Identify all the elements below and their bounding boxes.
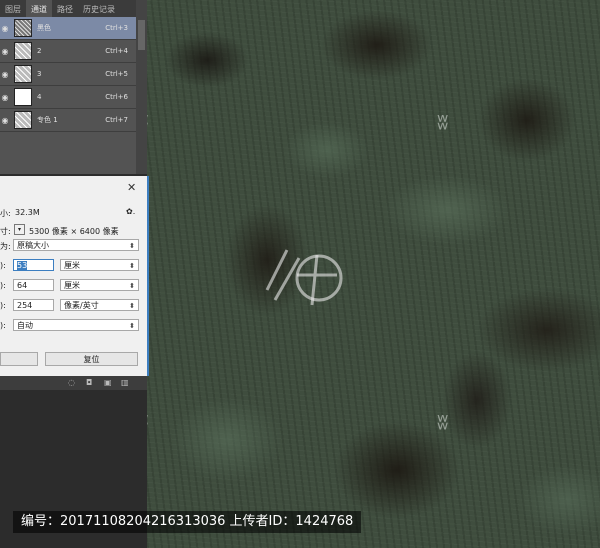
- channel-thumbnail: [14, 111, 32, 129]
- ok-button[interactable]: [0, 352, 38, 366]
- channel-thumbnail: [14, 42, 32, 60]
- resample-value: 自动: [17, 321, 33, 330]
- width-unit: 厘米: [64, 261, 80, 270]
- tab-history[interactable]: 历史记录: [78, 0, 120, 17]
- channel-row[interactable]: ◉ 专色 1 Ctrl+7: [0, 109, 136, 132]
- watermark-icon: ʬ: [437, 110, 449, 135]
- width-input[interactable]: 53: [13, 259, 54, 271]
- eye-icon[interactable]: ◉: [0, 47, 10, 56]
- resolution-unit-select[interactable]: 像素/英寸 ⬍: [60, 299, 139, 311]
- channel-thumbnail: [14, 65, 32, 83]
- selection-icon[interactable]: ◌: [68, 378, 75, 387]
- resolution-value: 254: [17, 301, 33, 310]
- watermark-logo: [265, 249, 343, 306]
- tab-channels[interactable]: 通道: [26, 0, 52, 17]
- dimensions-label: 寸:: [0, 227, 11, 236]
- image-size-dialog: ✕ 小: 32.3M ✿. 寸: ▾ 5300 像素 × 6400 像素 为: …: [0, 176, 149, 376]
- height-value: 64: [17, 281, 28, 290]
- mask-icon[interactable]: ◘: [86, 378, 92, 387]
- panel-bottom-toolbar: ◌ ◘ ▣ ▥: [0, 376, 147, 390]
- new-channel-icon[interactable]: ▣: [104, 378, 112, 387]
- height-label: ):: [0, 281, 6, 290]
- eye-icon[interactable]: ◉: [0, 70, 10, 79]
- texture-canvas: ʬ ʬ ʬ ʬ: [137, 0, 600, 548]
- watermark-icon: ʬ: [437, 410, 449, 435]
- resample-select[interactable]: 自动 ⬍: [13, 319, 139, 331]
- width-value: 53: [17, 261, 28, 270]
- channel-name: 黑色: [37, 24, 51, 32]
- scrollbar-thumb[interactable]: [138, 20, 145, 50]
- channel-row[interactable]: ◉ 4 Ctrl+6: [0, 86, 136, 109]
- height-unit: 厘米: [64, 281, 80, 290]
- panel-scrollbar[interactable]: [136, 0, 147, 174]
- chevron-down-icon: ⬍: [129, 262, 135, 270]
- channel-shortcut: Ctrl+3: [105, 24, 128, 32]
- tab-layers[interactable]: 图层: [0, 0, 26, 17]
- resample-label: ):: [0, 321, 6, 330]
- resolution-input[interactable]: 254: [13, 299, 54, 311]
- resolution-unit: 像素/英寸: [64, 301, 99, 310]
- chevron-down-icon: ⬍: [129, 322, 135, 330]
- panel-tabs: 图层 通道 路径 历史记录: [0, 0, 136, 17]
- height-unit-select[interactable]: 厘米 ⬍: [60, 279, 139, 291]
- channel-row[interactable]: ◉ 黑色 Ctrl+3: [0, 17, 136, 40]
- width-label: ):: [0, 261, 6, 270]
- eye-icon[interactable]: ◉: [0, 93, 10, 102]
- fit-to-select[interactable]: 原稿大小 ⬍: [13, 239, 139, 251]
- channel-row[interactable]: ◉ 2 Ctrl+4: [0, 40, 136, 63]
- channel-shortcut: Ctrl+7: [105, 116, 128, 124]
- trash-icon[interactable]: ▥: [121, 378, 129, 387]
- size-value: 32.3M: [15, 208, 40, 217]
- chevron-down-icon: ⬍: [129, 282, 135, 290]
- fit-to-label: 为:: [0, 242, 11, 251]
- height-input[interactable]: 64: [13, 279, 54, 291]
- channel-shortcut: Ctrl+6: [105, 93, 128, 101]
- image-caption: 编号：20171108204216313036 上传者ID：1424768: [13, 511, 362, 533]
- channels-panel: 图层 通道 路径 历史记录 ◉ 黑色 Ctrl+3 ◉ 2 Ctrl+4 ◉ 3…: [0, 0, 136, 174]
- chevron-down-icon[interactable]: ▾: [14, 224, 25, 235]
- chevron-down-icon: ⬍: [129, 302, 135, 310]
- channel-name: 3: [37, 70, 42, 78]
- size-label: 小:: [0, 209, 11, 218]
- fit-to-value: 原稿大小: [17, 241, 49, 250]
- chevron-down-icon: ⬍: [129, 242, 135, 250]
- channel-shortcut: Ctrl+5: [105, 70, 128, 78]
- channel-name: 专色 1: [37, 116, 58, 124]
- channel-thumbnail: [14, 19, 32, 37]
- reset-button[interactable]: 复位: [45, 352, 138, 366]
- dimensions-value: 5300 像素 × 6400 像素: [29, 227, 119, 236]
- width-unit-select[interactable]: 厘米 ⬍: [60, 259, 139, 271]
- eye-icon[interactable]: ◉: [0, 116, 10, 125]
- channel-thumbnail: [14, 88, 32, 106]
- channel-name: 4: [37, 93, 42, 101]
- channel-row[interactable]: ◉ 3 Ctrl+5: [0, 63, 136, 86]
- gear-icon[interactable]: ✿.: [126, 207, 135, 216]
- close-icon[interactable]: ✕: [127, 181, 136, 194]
- resolution-label: ):: [0, 301, 6, 310]
- tab-paths[interactable]: 路径: [52, 0, 78, 17]
- channel-name: 2: [37, 47, 42, 55]
- eye-icon[interactable]: ◉: [0, 24, 10, 33]
- channel-shortcut: Ctrl+4: [105, 47, 128, 55]
